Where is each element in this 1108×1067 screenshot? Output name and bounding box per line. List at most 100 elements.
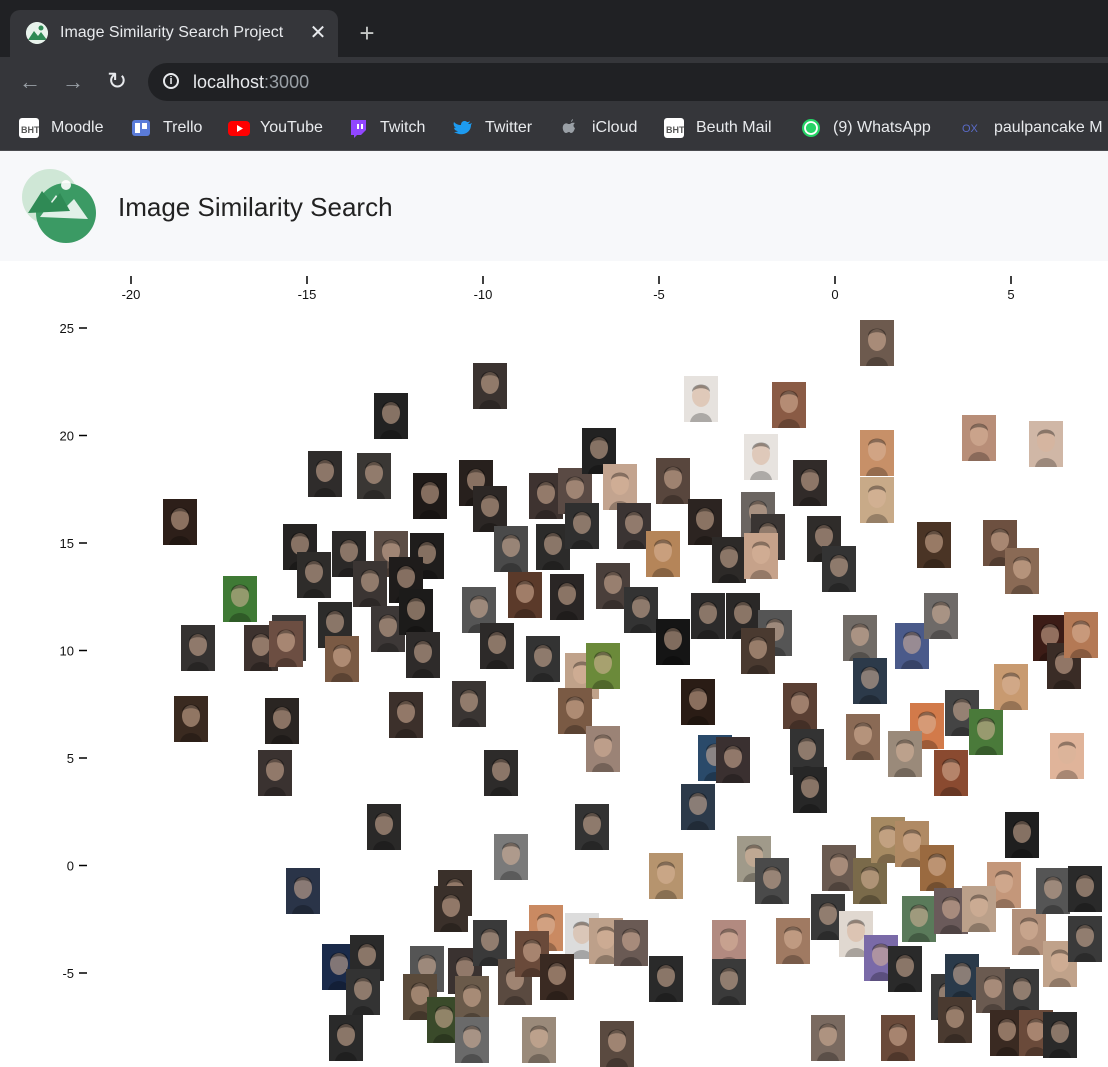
- back-icon[interactable]: ←: [17, 69, 43, 95]
- face-thumbnail[interactable]: [374, 393, 408, 439]
- face-thumbnail[interactable]: [776, 918, 810, 964]
- face-thumbnail[interactable]: [793, 460, 827, 506]
- face-thumbnail[interactable]: [357, 453, 391, 499]
- face-thumbnail[interactable]: [413, 473, 447, 519]
- face-thumbnail[interactable]: [452, 681, 486, 727]
- face-thumbnail[interactable]: [1005, 812, 1039, 858]
- face-thumbnail[interactable]: [881, 1015, 915, 1061]
- face-thumbnail[interactable]: [772, 382, 806, 428]
- face-thumbnail[interactable]: [473, 363, 507, 409]
- face-thumbnail[interactable]: [308, 451, 342, 497]
- face-thumbnail[interactable]: [783, 683, 817, 729]
- face-thumbnail[interactable]: [681, 679, 715, 725]
- face-thumbnail[interactable]: [969, 709, 1003, 755]
- face-thumbnail[interactable]: [455, 1017, 489, 1063]
- face-thumbnail[interactable]: [860, 430, 894, 476]
- face-thumbnail[interactable]: [744, 434, 778, 480]
- face-thumbnail[interactable]: [174, 696, 208, 742]
- face-thumbnail[interactable]: [656, 458, 690, 504]
- face-thumbnail[interactable]: [508, 572, 542, 618]
- face-thumbnail[interactable]: [888, 946, 922, 992]
- face-thumbnail[interactable]: [624, 587, 658, 633]
- face-thumbnail[interactable]: [924, 593, 958, 639]
- face-thumbnail[interactable]: [406, 632, 440, 678]
- face-thumbnail[interactable]: [329, 1015, 363, 1061]
- face-thumbnail[interactable]: [843, 615, 877, 661]
- face-thumbnail[interactable]: [522, 1017, 556, 1063]
- face-thumbnail[interactable]: [480, 623, 514, 669]
- face-thumbnail[interactable]: [586, 726, 620, 772]
- face-thumbnail[interactable]: [1068, 866, 1102, 912]
- face-thumbnail[interactable]: [691, 593, 725, 639]
- url-text[interactable]: localhost:3000: [193, 72, 309, 93]
- face-thumbnail[interactable]: [163, 499, 197, 545]
- face-thumbnail[interactable]: [822, 546, 856, 592]
- face-thumbnail[interactable]: [1068, 916, 1102, 962]
- face-thumbnail[interactable]: [793, 767, 827, 813]
- face-thumbnail[interactable]: [860, 477, 894, 523]
- face-thumbnail[interactable]: [755, 858, 789, 904]
- face-thumbnail[interactable]: [744, 533, 778, 579]
- browser-tab[interactable]: Image Similarity Search Project ✕: [10, 10, 338, 57]
- face-thumbnail[interactable]: [353, 561, 387, 607]
- face-thumbnail[interactable]: [934, 750, 968, 796]
- face-thumbnail[interactable]: [269, 621, 303, 667]
- new-tab-button[interactable]: +: [354, 18, 380, 48]
- face-thumbnail[interactable]: [1012, 909, 1046, 955]
- face-thumbnail[interactable]: [265, 698, 299, 744]
- face-thumbnail[interactable]: [550, 574, 584, 620]
- face-thumbnail[interactable]: [484, 750, 518, 796]
- face-thumbnail[interactable]: [888, 731, 922, 777]
- face-thumbnail[interactable]: [712, 959, 746, 1005]
- face-thumbnail[interactable]: [646, 531, 680, 577]
- face-thumbnail[interactable]: [399, 589, 433, 635]
- face-thumbnail[interactable]: [853, 858, 887, 904]
- face-thumbnail[interactable]: [902, 896, 936, 942]
- face-thumbnail[interactable]: [367, 804, 401, 850]
- face-thumbnail[interactable]: [1005, 548, 1039, 594]
- face-thumbnail[interactable]: [1064, 612, 1098, 658]
- face-thumbnail[interactable]: [575, 804, 609, 850]
- face-thumbnail[interactable]: [325, 636, 359, 682]
- face-thumbnail[interactable]: [681, 784, 715, 830]
- face-thumbnail[interactable]: [258, 750, 292, 796]
- face-thumbnail[interactable]: [1043, 1012, 1077, 1058]
- reload-icon[interactable]: ↻: [104, 69, 130, 95]
- face-thumbnail[interactable]: [346, 969, 380, 1015]
- face-thumbnail[interactable]: [434, 886, 468, 932]
- face-thumbnail[interactable]: [656, 619, 690, 665]
- face-thumbnail[interactable]: [811, 1015, 845, 1061]
- address-bar[interactable]: i localhost:3000: [148, 63, 1108, 101]
- forward-icon[interactable]: →: [60, 69, 86, 95]
- face-thumbnail[interactable]: [286, 868, 320, 914]
- face-thumbnail[interactable]: [853, 658, 887, 704]
- face-thumbnail[interactable]: [822, 845, 856, 891]
- face-thumbnail[interactable]: [938, 997, 972, 1043]
- face-thumbnail[interactable]: [600, 1021, 634, 1067]
- face-thumbnail[interactable]: [223, 576, 257, 622]
- close-tab-icon[interactable]: ✕: [306, 20, 330, 46]
- face-thumbnail[interactable]: [181, 625, 215, 671]
- face-thumbnail[interactable]: [526, 636, 560, 682]
- face-thumbnail[interactable]: [494, 526, 528, 572]
- face-thumbnail[interactable]: [649, 853, 683, 899]
- face-thumbnail[interactable]: [494, 834, 528, 880]
- face-thumbnail[interactable]: [1036, 868, 1070, 914]
- face-thumbnail[interactable]: [565, 503, 599, 549]
- face-thumbnail[interactable]: [962, 415, 996, 461]
- face-thumbnail[interactable]: [716, 737, 750, 783]
- similarity-scatter-plot[interactable]: -20 -15 -10 -5 0 5 25 20 15 10 5 0 -5: [0, 262, 1108, 1067]
- face-thumbnail[interactable]: [712, 537, 746, 583]
- face-thumbnail[interactable]: [614, 920, 648, 966]
- site-info-icon[interactable]: i: [163, 73, 179, 89]
- face-thumbnail[interactable]: [1005, 969, 1039, 1015]
- face-thumbnail[interactable]: [684, 376, 718, 422]
- face-thumbnail[interactable]: [540, 954, 574, 1000]
- face-thumbnail[interactable]: [455, 976, 489, 1022]
- face-thumbnail[interactable]: [917, 522, 951, 568]
- face-thumbnail[interactable]: [994, 664, 1028, 710]
- face-thumbnail[interactable]: [962, 886, 996, 932]
- face-thumbnail[interactable]: [389, 692, 423, 738]
- face-thumbnail[interactable]: [1029, 421, 1063, 467]
- face-thumbnail[interactable]: [741, 628, 775, 674]
